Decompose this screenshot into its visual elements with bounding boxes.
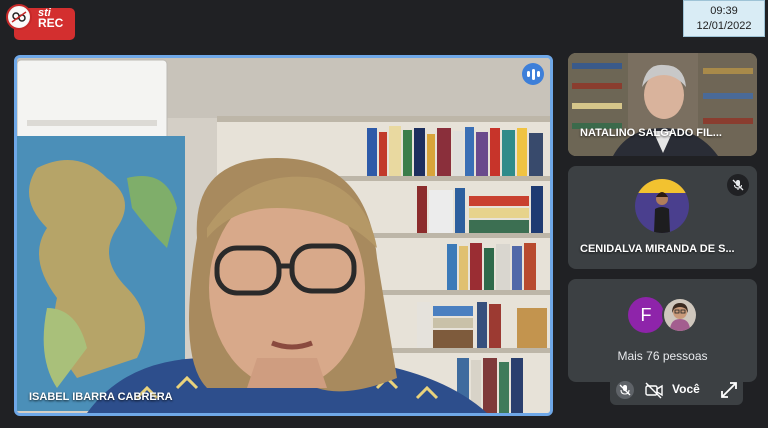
clock-date: 12/01/2022: [696, 20, 752, 32]
clock-time: 09:39: [710, 5, 738, 17]
participant-avatar-photo: [662, 297, 698, 333]
expand-icon[interactable]: [720, 381, 738, 399]
mic-off-icon: [727, 174, 749, 196]
main-speaker-name: ISABEL IBARRA CABRERA: [29, 391, 173, 403]
rec-label: REC: [38, 16, 64, 30]
camera-off-icon[interactable]: [644, 381, 663, 399]
participant-name-cenidalva: CENIDALVA MIRANDA DE S...: [580, 243, 735, 255]
more-participants-tile[interactable]: F Mais 76 pessoas: [568, 279, 757, 382]
self-view-bar[interactable]: Você: [610, 375, 743, 405]
organization-logo: [6, 4, 32, 30]
participant-tile-natalino[interactable]: NATALINO SALGADO FIL...: [568, 53, 757, 156]
participant-tile-cenidalva[interactable]: CENIDALVA MIRANDA DE S...: [568, 166, 757, 269]
main-speaker-tile[interactable]: ISABEL IBARRA CABRERA: [14, 55, 553, 416]
speaking-bars-icon: [522, 63, 544, 85]
participant-avatar-cenidalva: [635, 179, 689, 233]
participant-name-natalino: NATALINO SALGADO FIL...: [580, 127, 722, 139]
mic-off-icon[interactable]: [616, 381, 634, 399]
more-participants-label: Mais 76 pessoas: [617, 349, 708, 363]
clock-widget: 09:39 12/01/2022: [683, 0, 765, 37]
avatar-letter: F: [628, 297, 664, 333]
self-label: Você: [672, 382, 700, 396]
main-speaker-video: [17, 58, 550, 413]
participant-video-natalino: [568, 53, 757, 156]
